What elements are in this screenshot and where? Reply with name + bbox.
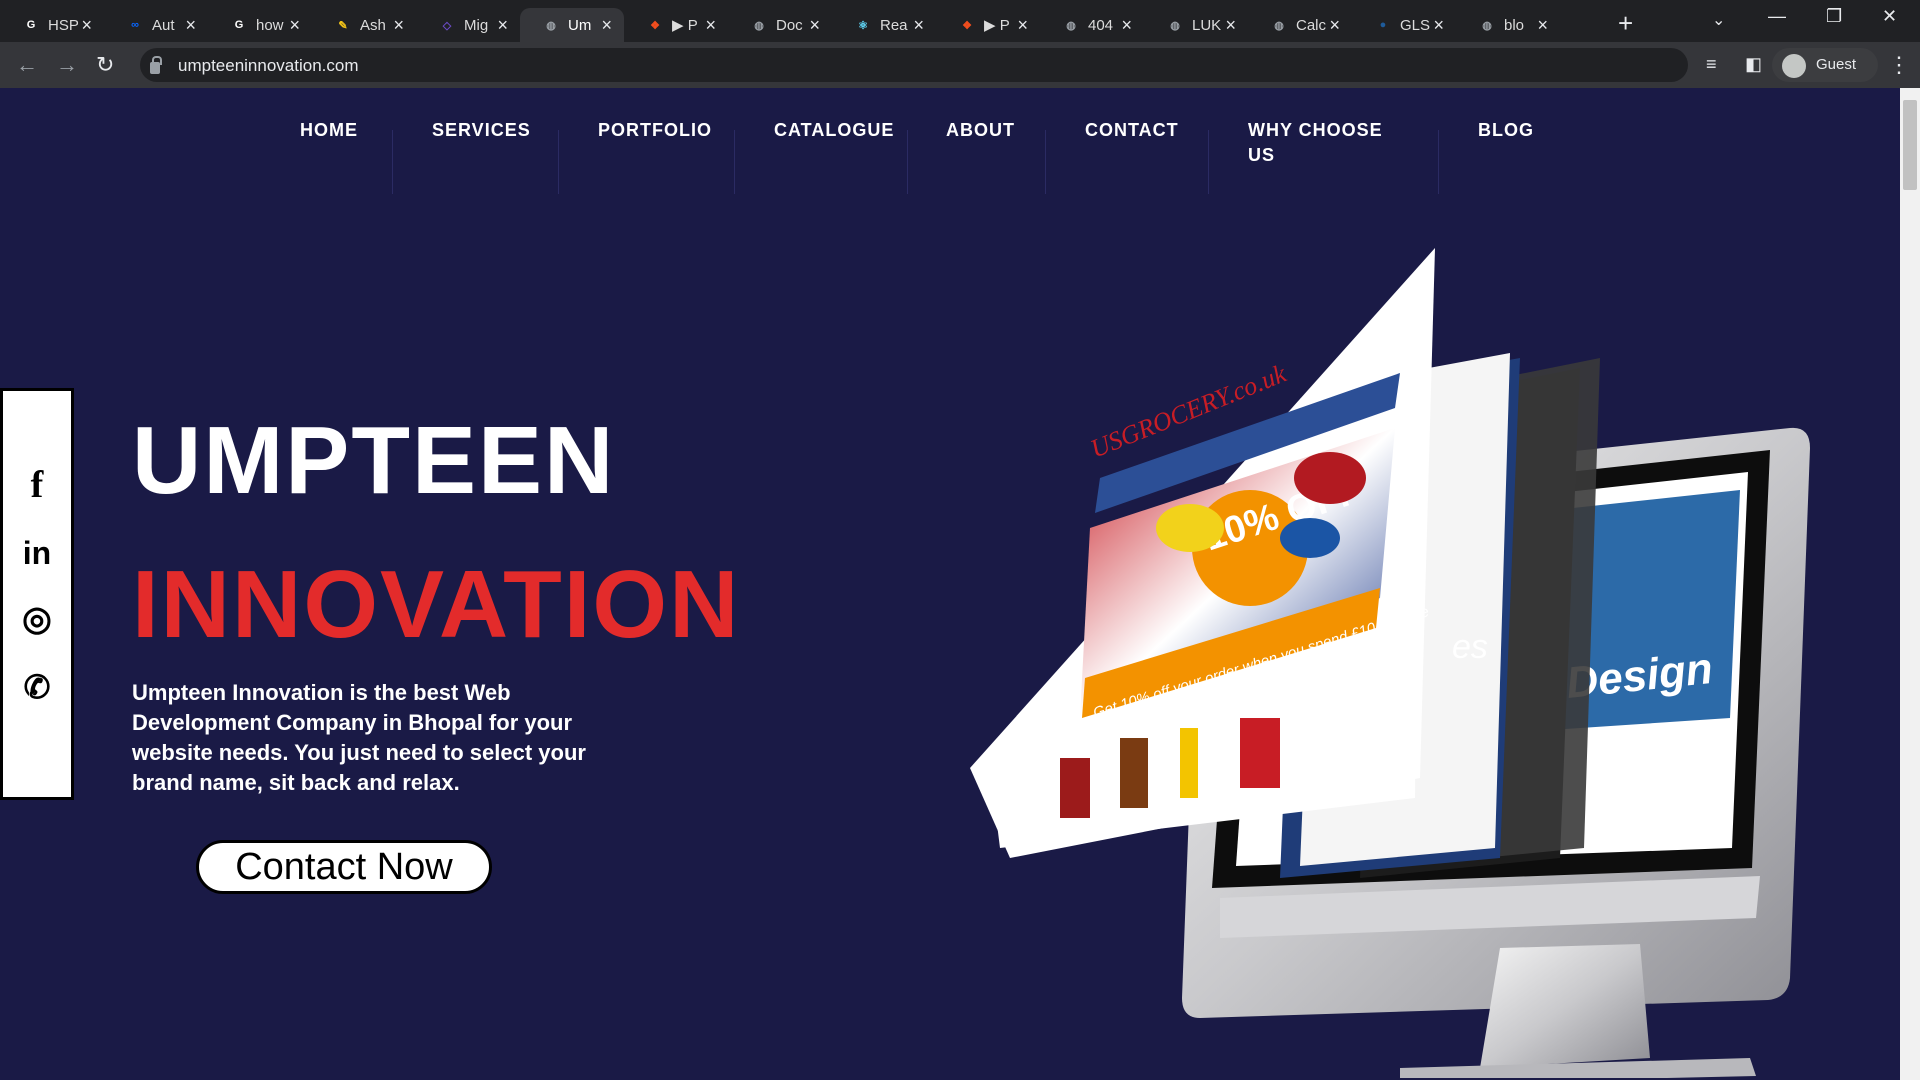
- product-tub: [1240, 718, 1280, 788]
- close-tab-icon[interactable]: ×: [809, 15, 820, 35]
- address-bar[interactable]: [140, 48, 1688, 82]
- instagram-icon[interactable]: ◎: [19, 600, 55, 638]
- url-text[interactable]: umpteeninnovation.com: [178, 56, 359, 76]
- close-tab-icon[interactable]: ×: [393, 15, 404, 35]
- product-badge: [1294, 452, 1366, 504]
- avatar: [1782, 54, 1806, 78]
- new-tab-button[interactable]: +: [1618, 8, 1633, 39]
- nav-contact[interactable]: CONTACT: [1085, 120, 1179, 141]
- browser-tab[interactable]: ◍ LUK ×: [1144, 8, 1248, 42]
- page-viewport: HOME SERVICES PORTFOLIO CATALOGUE ABOUT …: [0, 88, 1900, 1080]
- browser-tab[interactable]: ◍ Calc ×: [1248, 8, 1352, 42]
- browser-tab[interactable]: ◇ Mig ×: [416, 8, 520, 42]
- circle-icon: ●: [1379, 19, 1387, 31]
- social-sidebar: f in ◎ ✆: [0, 388, 74, 800]
- close-tab-icon[interactable]: ×: [913, 15, 924, 35]
- globe-icon: ◍: [754, 19, 764, 32]
- browser-tab[interactable]: ✎ Ash ×: [312, 8, 416, 42]
- nav-portfolio[interactable]: PORTFOLIO: [598, 120, 712, 141]
- hero-illustration: Design es 10% OFF Get 10% off your order…: [970, 248, 1810, 1078]
- close-tab-icon[interactable]: ×: [1225, 15, 1236, 35]
- product-bottle: [1180, 728, 1198, 798]
- browser-tab[interactable]: Ghow ×: [208, 8, 312, 42]
- browser-tab[interactable]: ◍ Doc ×: [728, 8, 832, 42]
- contact-now-button[interactable]: Contact Now: [196, 840, 492, 894]
- browser-tab[interactable]: ⚛ Rea ×: [832, 8, 936, 42]
- nav-home[interactable]: HOME: [300, 120, 358, 141]
- tab-search-icon[interactable]: ⌄: [1712, 10, 1725, 30]
- browser-menu-icon[interactable]: ⋮: [1888, 52, 1910, 78]
- close-tab-icon[interactable]: ×: [1017, 15, 1028, 35]
- globe-icon: ◍: [1482, 19, 1492, 32]
- product-badge: [1156, 504, 1224, 552]
- back-icon[interactable]: ←: [16, 52, 38, 78]
- product-badge: [1280, 518, 1340, 558]
- partial-word: es: [1452, 628, 1488, 666]
- scrollbar-track[interactable]: [1900, 88, 1920, 1080]
- minimize-button[interactable]: —: [1768, 6, 1786, 27]
- browser-tab[interactable]: ∞ Aut ×: [104, 8, 208, 42]
- close-window-button[interactable]: ✕: [1882, 6, 1897, 27]
- reading-list-icon[interactable]: ≡: [1706, 54, 1717, 75]
- globe-icon: ◍: [546, 19, 556, 32]
- restore-button[interactable]: ❐: [1826, 6, 1842, 27]
- product-can: [1060, 758, 1090, 818]
- scrollbar-thumb[interactable]: [1903, 100, 1917, 190]
- close-tab-icon[interactable]: ×: [1433, 15, 1444, 35]
- close-tab-icon[interactable]: ×: [1537, 15, 1548, 35]
- hero-description: Umpteen Innovation is the best Web Devel…: [132, 680, 586, 795]
- close-tab-icon[interactable]: ×: [1121, 15, 1132, 35]
- browser-tab[interactable]: ❖ ▶ P ×: [936, 8, 1040, 42]
- side-panel-icon[interactable]: ◧: [1745, 54, 1762, 75]
- figma-icon: ❖: [962, 19, 972, 32]
- nav-catalogue[interactable]: CATALOGUE: [774, 120, 894, 141]
- globe-icon: ◍: [1274, 19, 1284, 32]
- grocery-webpage: 10% OFF Get 10% off your order when you …: [970, 248, 1435, 858]
- google-icon: G: [234, 19, 244, 31]
- globe-icon: ◍: [1066, 19, 1076, 32]
- browser-tab[interactable]: ◍ Um ×: [520, 8, 624, 42]
- forward-icon[interactable]: →: [56, 52, 78, 78]
- whatsapp-icon[interactable]: ✆: [19, 669, 55, 705]
- google-icon: G: [26, 19, 36, 31]
- nav-divider: [558, 130, 559, 194]
- reload-icon[interactable]: ↻: [96, 52, 114, 78]
- globe-icon: ◍: [1170, 19, 1180, 32]
- facebook-icon[interactable]: f: [19, 464, 55, 506]
- close-tab-icon[interactable]: ×: [185, 15, 196, 35]
- figma-icon: ❖: [650, 19, 660, 32]
- app-icon: ◇: [442, 19, 452, 32]
- nav-why-choose-us-line1: WHY CHOOSE: [1248, 120, 1383, 140]
- nav-services[interactable]: SERVICES: [432, 120, 531, 141]
- close-tab-icon[interactable]: ×: [1329, 15, 1340, 35]
- close-tab-icon[interactable]: ×: [601, 15, 612, 35]
- react-icon: ⚛: [858, 19, 868, 32]
- product-bottle: [1120, 738, 1148, 808]
- hero-title-line2: INNOVATION: [132, 551, 741, 658]
- meta-icon: ∞: [131, 19, 139, 31]
- linkedin-icon[interactable]: in: [19, 535, 55, 571]
- close-tab-icon[interactable]: ×: [705, 15, 716, 35]
- nav-about[interactable]: ABOUT: [946, 120, 1015, 141]
- close-tab-icon[interactable]: ×: [81, 15, 92, 35]
- browser-tab[interactable]: G HSP ×: [0, 8, 104, 42]
- browser-tab[interactable]: ◍ blo ×: [1456, 8, 1560, 42]
- close-tab-icon[interactable]: ×: [289, 15, 300, 35]
- lock-icon[interactable]: [150, 56, 162, 74]
- nav-divider: [734, 130, 735, 194]
- close-tab-icon[interactable]: ×: [497, 15, 508, 35]
- browser-tab[interactable]: ❖ ▶ P ×: [624, 8, 728, 42]
- browser-tab[interactable]: ◍ 404 ×: [1040, 8, 1144, 42]
- pen-icon: ✎: [338, 19, 348, 32]
- profile-label: Guest: [1816, 56, 1857, 73]
- hero-title-line1: UMPTEEN: [132, 407, 616, 514]
- nav-divider: [392, 130, 393, 194]
- browser-tab[interactable]: ● GLS ×: [1352, 8, 1456, 42]
- nav-blog[interactable]: BLOG: [1478, 120, 1534, 141]
